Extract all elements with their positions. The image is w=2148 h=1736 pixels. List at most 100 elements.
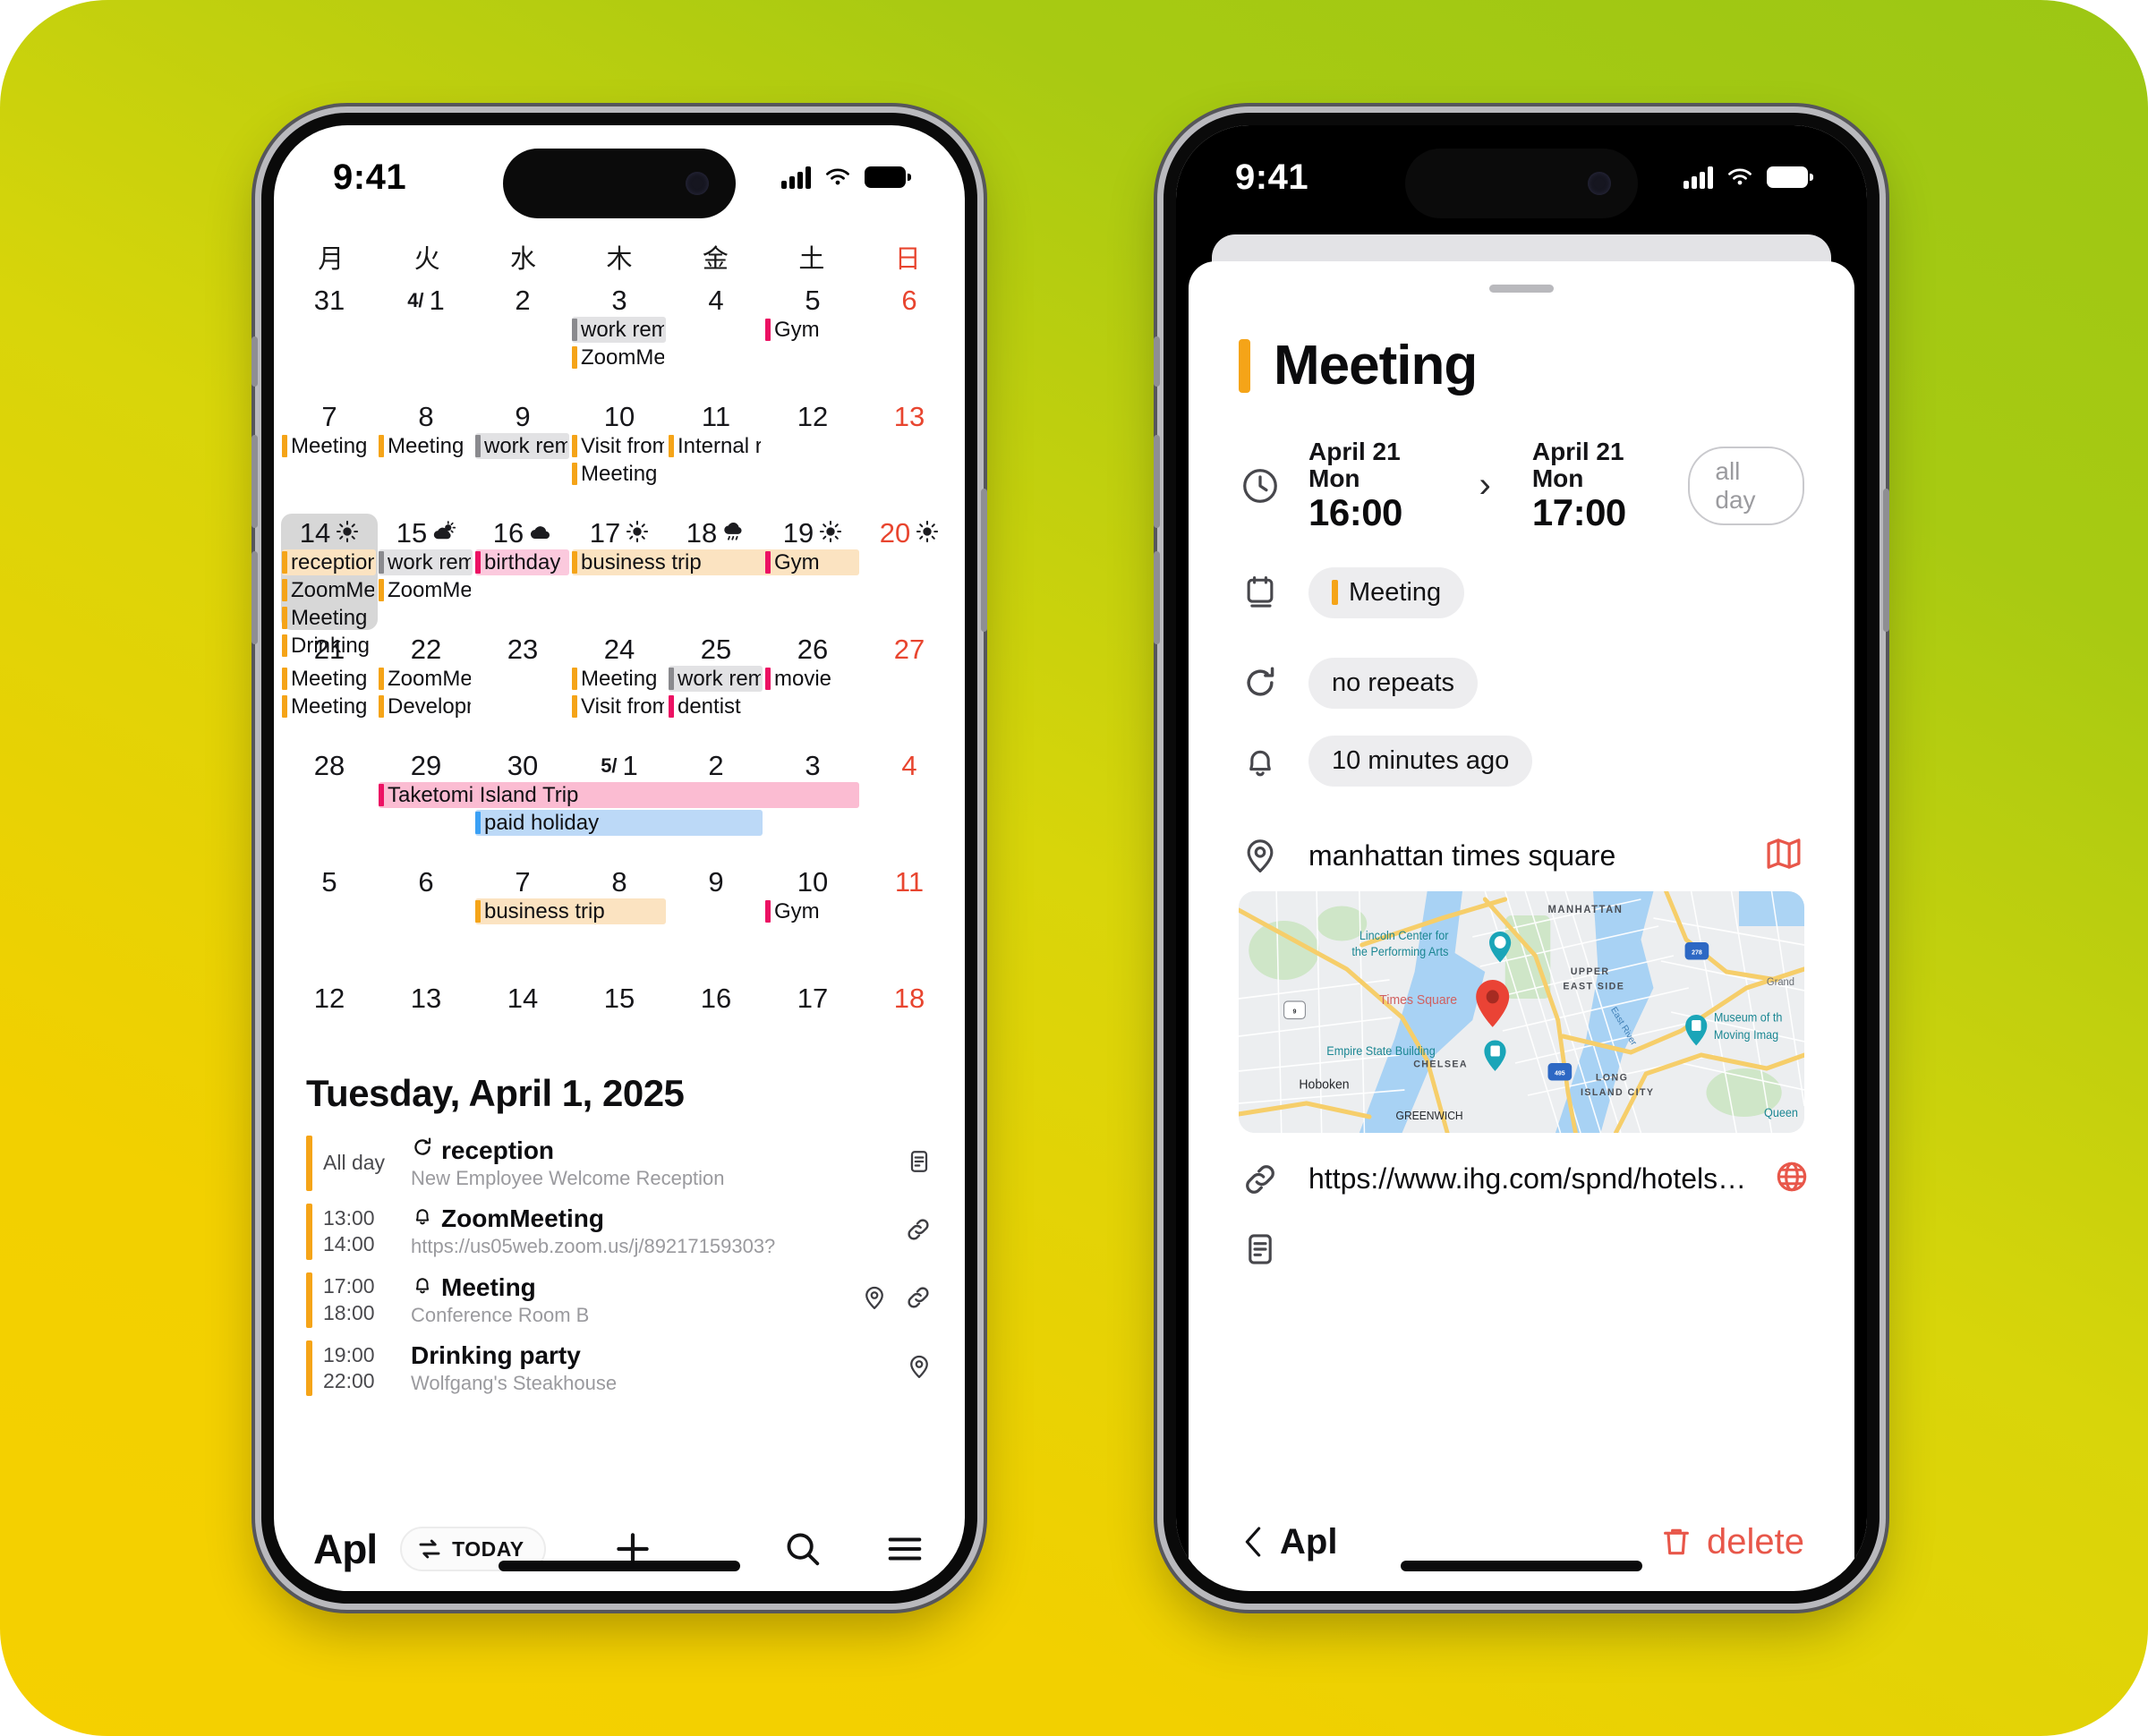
calendar-day-cell[interactable]: 18 — [861, 979, 958, 1065]
calendar-event-chip[interactable]: Gym — [765, 317, 859, 343]
calendar-event-chip[interactable]: Meeting — [282, 433, 376, 459]
agenda-event-row[interactable]: 13:00 14:00 ZoomMeeting https://us05web.zoo… — [306, 1197, 933, 1265]
link-icon[interactable] — [904, 1215, 933, 1248]
event-detail-sheet: Meeting April 21 Mon 16:00 › April 21 Mo… — [1189, 261, 1854, 1591]
calendar-event-chip[interactable]: birthday — [474, 549, 569, 575]
event-action-icons[interactable] — [852, 1272, 933, 1328]
back-button[interactable]: Apl — [1239, 1522, 1337, 1562]
calendar-event-chip[interactable]: work rem — [572, 317, 666, 343]
calendar-day-cell[interactable]: 4/1 — [378, 281, 474, 397]
calendar-event-chip[interactable]: Internal r — [668, 433, 763, 459]
power-button[interactable] — [981, 489, 987, 632]
note-icon[interactable] — [906, 1148, 933, 1179]
event-repeat-value[interactable]: no repeats — [1308, 657, 1479, 709]
calendar-day-cell[interactable]: 5 — [281, 863, 378, 979]
calendar-day-cell[interactable]: 28 — [281, 746, 378, 863]
calendar-event-chip[interactable]: Meeting — [282, 694, 376, 719]
home-indicator-right[interactable] — [1401, 1561, 1642, 1571]
calendar-event-chip[interactable]: Meeting — [572, 461, 666, 487]
calendar-day-cell[interactable]: 11 — [861, 863, 958, 979]
event-note-row[interactable] — [1239, 1228, 1804, 1271]
calendar-day-cell[interactable]: 20 — [861, 514, 958, 630]
calendar-event-chip[interactable]: ZoomMee — [572, 345, 666, 370]
event-start-datetime[interactable]: April 21 Mon 16:00 — [1308, 438, 1438, 533]
calendar-day-cell[interactable]: 17 — [764, 979, 861, 1065]
calendar-event-chip[interactable]: ZoomMee — [282, 577, 376, 603]
calendar-day-cell[interactable]: 31 — [281, 281, 378, 397]
calendar-day-cell[interactable]: 12 — [281, 979, 378, 1065]
agenda-event-row[interactable]: All day reception New Employee Welcome Rec… — [306, 1129, 933, 1197]
calendar-event-chip[interactable]: Meeting — [378, 433, 473, 459]
calendar-event-chip[interactable]: dentist — [668, 694, 763, 719]
calendar-event-chip[interactable]: reception — [282, 549, 376, 575]
calendar-month-grid[interactable]: 314/123456work remZoomMeeGym78910111213M… — [274, 281, 965, 1065]
volume-up-button[interactable] — [251, 435, 258, 528]
mute-switch[interactable] — [251, 336, 258, 387]
calendar-event-chip[interactable]: Gym — [765, 898, 859, 924]
event-time-row[interactable]: April 21 Mon 16:00 › April 21 Mon 17:00 … — [1239, 438, 1805, 533]
calendar-day-cell[interactable]: 9 — [668, 863, 764, 979]
calendar-event-chip[interactable]: Meeting — [282, 605, 376, 631]
calendar-day-cell[interactable]: 23 — [474, 630, 571, 746]
calendar-event-chip[interactable]: Visit from — [572, 694, 666, 719]
event-calendar-tag[interactable]: Meeting — [1308, 566, 1465, 618]
calendar-day-cell[interactable]: 16 — [668, 979, 764, 1065]
calendar-event-chip[interactable]: Taketomi Island Trip — [378, 782, 859, 808]
pin-icon[interactable] — [906, 1353, 933, 1384]
agenda-event-row[interactable]: 17:00 18:00 Meeting Conference Room B — [306, 1266, 933, 1334]
calendar-day-cell[interactable]: 13 — [861, 397, 958, 514]
sheet-grabber[interactable] — [1489, 285, 1554, 293]
location-map-preview[interactable]: 9 278 495 MANHATTAN UPPER EAST SIDE CHEL… — [1239, 890, 1804, 1133]
calendar-day-cell[interactable]: 6 — [378, 863, 474, 979]
event-end-datetime[interactable]: April 21 Mon 17:00 — [1532, 438, 1662, 533]
calendar-event-chip[interactable]: ZoomMee — [378, 577, 473, 603]
calendar-day-cell[interactable]: 12 — [764, 397, 861, 514]
event-action-icons[interactable] — [895, 1204, 933, 1259]
calendar-day-cell[interactable]: 4 — [861, 746, 958, 863]
delete-button[interactable]: delete — [1658, 1522, 1804, 1562]
power-button-right[interactable] — [1883, 489, 1889, 632]
calendar-event-chip[interactable]: Meeting — [572, 666, 666, 692]
calendar-event-chip[interactable]: Gym — [765, 549, 859, 575]
calendar-event-chip[interactable]: ZoomMee — [378, 666, 473, 692]
mute-switch-right[interactable] — [1154, 336, 1160, 387]
calendar-event-chip[interactable]: movie — [765, 666, 859, 692]
event-action-icons[interactable] — [897, 1340, 933, 1396]
calendar-event-chip[interactable]: work rem — [668, 666, 763, 692]
event-alert-value[interactable]: 10 minutes ago — [1308, 735, 1533, 787]
calendar-event-chip[interactable]: Developm — [378, 694, 473, 719]
event-url-row[interactable]: https://www.ihg.com/spnd/hotels… — [1239, 1158, 1807, 1201]
detail-bottom-bar: Apl delete — [1189, 1493, 1854, 1591]
agenda-list[interactable]: All day reception New Employee Welcome Rec… — [306, 1129, 933, 1402]
pin-icon[interactable] — [861, 1284, 888, 1315]
volume-up-button-right[interactable] — [1154, 435, 1160, 528]
agenda-event-row[interactable]: 19:00 22:00 Drinking party Wolfgang's Steak… — [306, 1334, 933, 1402]
event-repeat-row[interactable]: no repeats — [1239, 657, 1804, 709]
calendar-day-cell[interactable]: 4 — [668, 281, 764, 397]
link-icon[interactable] — [904, 1283, 933, 1316]
calendar-event-chip[interactable]: paid holiday — [474, 810, 763, 836]
calendar-event-chip[interactable]: business trip — [474, 898, 666, 924]
calendar-day-cell[interactable]: 15 — [571, 979, 668, 1065]
all-day-toggle[interactable]: all day — [1688, 446, 1805, 525]
volume-down-button-right[interactable] — [1154, 551, 1160, 644]
home-indicator[interactable] — [499, 1561, 740, 1571]
event-calendar-row[interactable]: Meeting — [1239, 566, 1804, 618]
calendar-event-chip[interactable]: Visit from — [572, 433, 666, 459]
event-alert-row[interactable]: 10 minutes ago — [1239, 735, 1804, 787]
calendar-event-chip[interactable]: work rem — [474, 433, 569, 459]
event-action-icons[interactable] — [897, 1136, 933, 1191]
calendar-day-cell[interactable]: 2 — [474, 281, 571, 397]
hamburger-menu-icon[interactable] — [884, 1528, 925, 1570]
search-icon[interactable] — [782, 1528, 823, 1570]
volume-down-button[interactable] — [251, 551, 258, 644]
calendar-event-chip[interactable]: Meeting — [282, 666, 376, 692]
calendar-day-cell[interactable]: 13 — [378, 979, 474, 1065]
calendar-day-cell[interactable]: 6 — [861, 281, 958, 397]
event-location-row[interactable]: manhattan times square — [1239, 833, 1804, 879]
open-url-button[interactable] — [1773, 1158, 1811, 1200]
calendar-day-cell[interactable]: 27 — [861, 630, 958, 746]
map-open-button[interactable] — [1763, 833, 1804, 879]
calendar-event-chip[interactable]: work rem — [378, 549, 473, 575]
calendar-day-cell[interactable]: 14 — [474, 979, 571, 1065]
